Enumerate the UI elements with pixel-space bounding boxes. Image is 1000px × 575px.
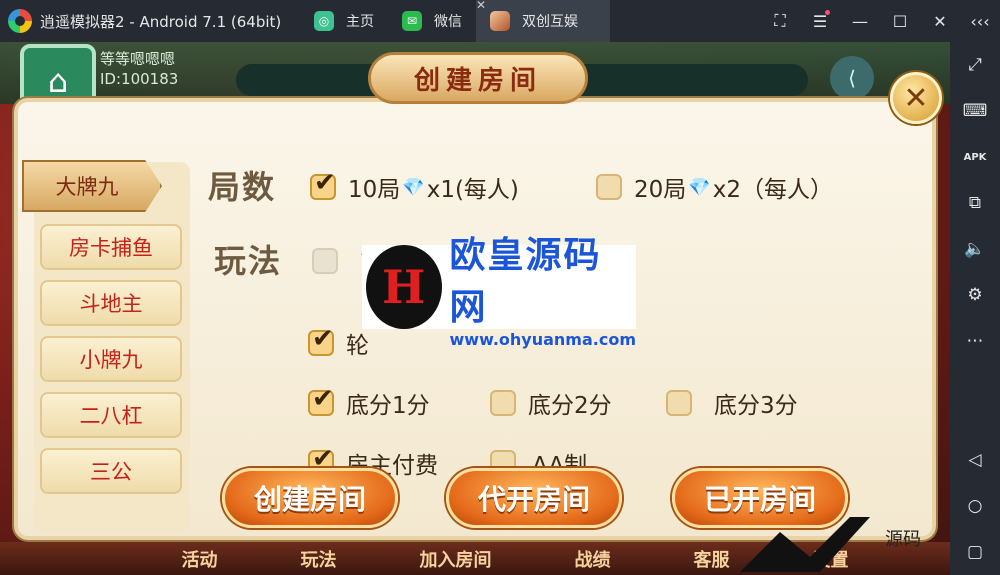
menu-icon[interactable]: ☰ [800,9,840,31]
rounds-10-checkbox[interactable] [310,168,336,200]
base-score-2-checkbox[interactable] [490,390,516,416]
play-extra-checkbox[interactable] [308,324,334,356]
app-header: 逍遥模拟器2 - Android 7.1 (64bit) [0,0,300,42]
settings-gear-icon[interactable]: ⚙ [950,272,1000,318]
emulator-logo-icon [8,9,32,33]
watermark-logo-icon: H [366,245,442,329]
share-icon[interactable]: ⟨ [830,56,874,100]
diamond-icon: 💎 [688,176,711,198]
nav-rules[interactable]: 玩法 [301,546,337,572]
more-icon[interactable]: ⋯ [950,318,1000,364]
multi-window-icon[interactable]: ⧉ [950,180,1000,226]
back-icon[interactable]: ◁ [950,437,1000,483]
watermark-url: www.ohyuanma.com [449,329,636,349]
wechat-icon: ✉ [402,11,422,31]
rounds-10-label: 10局 [348,177,401,203]
dialog-title: 创建房间 [413,65,542,96]
rounds-20-option[interactable]: 20局 💎 x2（每人） [596,170,833,204]
rounds-20-cost: x2（每人） [712,177,833,203]
base-score-2-option[interactable]: 底分2分 [490,386,612,420]
rounds-20-checkbox[interactable] [596,174,622,200]
base-score-1-label: 底分1分 [346,393,430,419]
rounds-10-option[interactable]: 10局 💎 x1(每人) [310,168,519,204]
volume-up-icon[interactable]: 🔈 [950,226,1000,272]
diamond-icon: 💎 [402,176,425,198]
fullscreen-icon[interactable]: ⛶ [760,11,800,31]
player-id: ID:100183 [100,70,179,88]
category-sangong[interactable]: 三公 [40,448,182,494]
base-score-3-option[interactable]: 底分3分 [666,386,798,420]
play-extra-option[interactable]: 轮 [308,324,369,360]
watermark-banner: H 欧皇源码网 www.ohyuanma.com [362,235,636,349]
base-score-1-checkbox[interactable] [308,384,334,416]
category-panel: 房卡捕鱼 斗地主 小牌九 二八杠 三公 [34,162,190,532]
nav-join-room[interactable]: 加入房间 [420,546,492,572]
home-circle-icon[interactable]: ○ [950,483,1000,529]
player-name: 等等嗯嗯嗯 [100,50,176,68]
rounds-10-cost: x1(每人) [426,177,519,203]
emulator-sidebar: ⤢ ⌨ APK ⧉ 🔈 ⚙ ⋯ ◁ ○ ▢ [950,42,1000,575]
recent-apps-icon[interactable]: ▢ [950,529,1000,575]
minimize-icon[interactable]: — [840,12,880,31]
tab-wechat[interactable]: ✉ 微信 [388,0,476,42]
rounds-section-label: 局数 [208,168,277,206]
game-screen: ⌂ 等等嗯嗯嗯 ID:100183 ⟨ 活动 玩法 加入房间 战绩 客服 设置 … [0,42,950,575]
rounds-20-label: 20局 [634,177,687,203]
play-section-label: 玩法 [214,242,283,280]
proxy-room-button[interactable]: 代开房间 [446,468,622,528]
corner-watermark-text: 源码 [885,529,921,550]
tab-game[interactable]: 双创互娱 ✕ [476,0,610,42]
tab-home[interactable]: ◎ 主页 [300,0,388,42]
game-app-icon [490,11,510,31]
create-room-button[interactable]: 创建房间 [222,468,398,528]
collapse-sidebar-icon[interactable]: ‹‹‹ [960,12,1000,31]
category-doudizhu[interactable]: 斗地主 [40,280,182,326]
base-score-2-label: 底分2分 [528,393,612,419]
nav-record[interactable]: 战绩 [575,546,611,572]
category-erbagang[interactable]: 二八杠 [40,392,182,438]
dialog-close-icon[interactable]: ✕ [890,72,942,124]
base-score-3-checkbox[interactable] [666,390,692,416]
home-tab-icon: ◎ [314,11,334,31]
notification-dot [825,9,830,15]
dialog-title-plate: 创建房间 [368,52,588,104]
emulator-titlebar: 逍遥模拟器2 - Android 7.1 (64bit) ◎ 主页 ✉ 微信 双… [0,0,1000,42]
tab-game-label: 双创互娱 [522,14,578,30]
play-extra-label: 轮 [346,333,369,359]
category-fangka-buyu[interactable]: 房卡捕鱼 [40,224,182,270]
maximize-icon[interactable]: ☐ [880,12,920,31]
tab-wechat-label: 微信 [434,14,462,30]
play-two-cards-checkbox[interactable] [312,248,338,274]
category-xiaopaijiu[interactable]: 小牌九 [40,336,182,382]
window-title: 逍遥模拟器2 - Android 7.1 (64bit) [40,12,282,31]
keyboard-icon[interactable]: ⌨ [950,88,1000,134]
tab-close-icon[interactable]: ✕ [476,0,486,12]
base-score-1-option[interactable]: 底分1分 [308,384,430,420]
window-controls: ⛶ ☰ — ☐ ✕ ‹‹‹ [760,0,1000,42]
tab-home-label: 主页 [346,14,374,30]
nav-service[interactable]: 客服 [694,546,730,572]
nav-activity[interactable]: 活动 [182,546,218,572]
expand-icon[interactable]: ⤢ [950,42,1000,88]
base-score-3-label: 底分3分 [714,393,798,419]
watermark-title: 欧皇源码网 [449,234,602,328]
close-window-icon[interactable]: ✕ [920,12,960,31]
apk-install-icon[interactable]: APK [950,134,1000,180]
category-dapaijiu-active[interactable]: 大牌九 [22,160,162,212]
